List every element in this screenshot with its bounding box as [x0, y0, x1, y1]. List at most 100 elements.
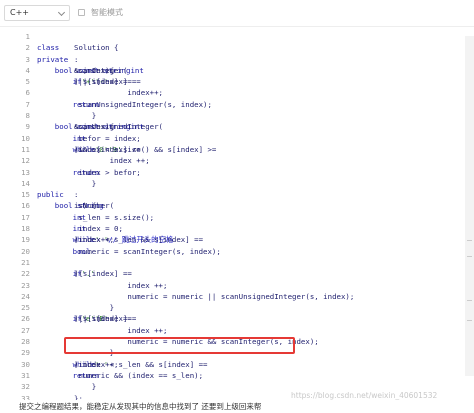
code-token: class — [37, 43, 64, 53]
code-editor[interactable]: 1 2 class Solution {3 private:4 bool scanIn… — [0, 31, 465, 404]
editor-toolbar: C++ 智能模式 — [0, 0, 474, 27]
code-line[interactable]: 1 — [0, 31, 465, 42]
line-number: 21 — [21, 257, 30, 267]
code-line[interactable]: 15 public: — [0, 189, 465, 200]
code-text: if( s[index] == '.'){ — [37, 268, 132, 279]
line-number: 8 — [25, 111, 30, 121]
code-token: )index++; — [74, 235, 146, 245]
code-text: int befor = index; — [37, 133, 141, 144]
chevron-down-icon — [57, 8, 66, 17]
code-line[interactable]: 22 if( s[index] == '.'){ — [0, 268, 465, 279]
code-line[interactable]: 27 index ++; — [0, 325, 465, 336]
line-number: 20 — [21, 246, 30, 256]
code-text: private: — [37, 54, 78, 65]
code-token: bool — [37, 65, 78, 75]
code-token: index ++; — [74, 156, 150, 166]
line-number: 19 — [21, 235, 30, 245]
code-editor-window: C++ 智能模式 1 2 class Solution {3 private:4 bo… — [0, 0, 474, 413]
code-line[interactable]: 20 bool numeric = scanInteger(s, index); — [0, 246, 465, 257]
code-token: numeric = numeric || scanUnsignedInteger… — [74, 291, 355, 301]
code-line[interactable]: 28 numeric = numeric && scanInteger(s, i… — [0, 336, 465, 347]
status-text: 提交之编程题结果，能稳定从发现其中的信息中找到了 还要到上级回来帮 — [19, 402, 262, 411]
code-token: : — [74, 190, 79, 200]
code-token: ) — [74, 77, 79, 87]
code-line[interactable]: 12 index ++; — [0, 155, 465, 166]
code-line[interactable]: 6 index++; — [0, 87, 465, 98]
status-bar: 提交之编程题结果，能稳定从发现其中的信息中找到了 还要到上级回来帮 — [0, 400, 474, 413]
code-token: )index ++; — [74, 359, 119, 369]
code-line[interactable]: 16 bool isNumber(string s) { — [0, 200, 465, 211]
language-select[interactable]: C++ — [4, 5, 70, 21]
line-number: 29 — [21, 348, 30, 358]
code-line[interactable]: 4 bool scanInteger(const string s, int & … — [0, 65, 465, 76]
line-number: 26 — [21, 314, 30, 324]
code-line[interactable]: 25 } — [0, 302, 465, 313]
code-line[interactable]: 13 return index > befor; — [0, 167, 465, 178]
code-line[interactable]: 3 private: — [0, 54, 465, 65]
code-token: || s[index] == — [74, 77, 146, 87]
code-token: ) — [74, 144, 79, 154]
code-text: public: — [37, 189, 78, 200]
code-text: if( s[index] == '+' || s[index] == '-') — [37, 76, 141, 87]
code-line[interactable]: 8 } — [0, 110, 465, 121]
code-token: && s[index] <= — [74, 144, 146, 154]
code-line[interactable]: 19 while (index < s_len && s[index] == ' … — [0, 234, 465, 245]
line-number: 4 — [25, 65, 30, 75]
line-number: 7 — [25, 99, 30, 109]
gutter-marker — [467, 320, 472, 321]
code-line[interactable]: 23 index ++; — [0, 280, 465, 291]
smart-mode-label: 智能模式 — [91, 8, 123, 17]
code-token: bool — [37, 201, 78, 211]
code-token: } — [74, 303, 115, 313]
code-text: int s_len = s.size(); — [37, 212, 155, 223]
line-number: 23 — [21, 280, 30, 290]
line-number: 3 — [25, 54, 30, 64]
code-line[interactable]: 7 return scanUnsignedInteger(s, index); — [0, 99, 465, 110]
line-number: 28 — [21, 337, 30, 347]
line-number: 11 — [21, 144, 30, 154]
line-number: 14 — [21, 178, 30, 188]
code-line[interactable]: 9 bool scanUnsignedInteger(const string … — [0, 121, 465, 132]
line-number: 32 — [21, 382, 30, 392]
code-text: while (index < s.size() && s[index] >= '0… — [37, 144, 217, 155]
code-token: index ++; — [74, 325, 168, 335]
line-number: 16 — [21, 201, 30, 211]
code-token: } — [74, 111, 97, 121]
line-number: 5 — [25, 77, 30, 87]
code-text: class Solution { — [37, 42, 119, 53]
code-line[interactable]: 18 int index = 0; — [0, 223, 465, 234]
code-token: s_len = s.size(); — [74, 212, 155, 222]
code-text: return index > befor; — [37, 167, 141, 178]
code-token: s) { — [74, 201, 97, 211]
code-line[interactable]: 17 int s_len = s.size(); — [0, 212, 465, 223]
code-line[interactable]: 31 return numeric && (index == s_len); — [0, 370, 465, 381]
gutter-marker — [467, 240, 472, 241]
line-number: 10 — [21, 133, 30, 143]
line-number: 18 — [21, 224, 30, 234]
code-line[interactable]: 26 if( s[index] == 'e' || s[index]== 'E')… — [0, 313, 465, 324]
code-token: } — [74, 178, 97, 188]
line-number: 27 — [21, 325, 30, 335]
code-token: ){ — [74, 269, 83, 279]
code-line[interactable]: 11 while (index < s.size() && s[index] >=… — [0, 144, 465, 155]
code-line[interactable]: 10 int befor = index; — [0, 133, 465, 144]
code-token: bool — [37, 122, 78, 132]
code-line[interactable]: 30 while( index < s_len && s[index] == '… — [0, 359, 465, 370]
code-token: befor = index; — [74, 133, 141, 143]
code-line[interactable]: 29 } — [0, 347, 465, 358]
smart-mode-checkbox[interactable] — [78, 9, 85, 16]
code-text: if( s[index] == 'e' || s[index]== 'E'){ — [37, 313, 137, 324]
gutter-marker — [467, 256, 472, 257]
line-number: 15 — [21, 190, 30, 200]
editor-scroll-gutter[interactable] — [465, 36, 474, 376]
code-line[interactable]: 24 numeric = numeric || scanUnsignedInte… — [0, 291, 465, 302]
code-token: index > befor; — [74, 167, 141, 177]
code-line[interactable]: 21 — [0, 257, 465, 268]
line-number: 9 — [25, 122, 30, 132]
code-line[interactable]: 2 class Solution { — [0, 42, 465, 53]
code-text: bool scanInteger(const string s, int & in… — [37, 65, 144, 76]
code-line[interactable]: 5 if( s[index] == '+' || s[index] == '-'… — [0, 76, 465, 87]
code-text: int index = 0; — [37, 223, 123, 234]
code-token: scanUnsignedInteger(s, index); — [74, 99, 212, 109]
code-line[interactable]: 14 } — [0, 178, 465, 189]
